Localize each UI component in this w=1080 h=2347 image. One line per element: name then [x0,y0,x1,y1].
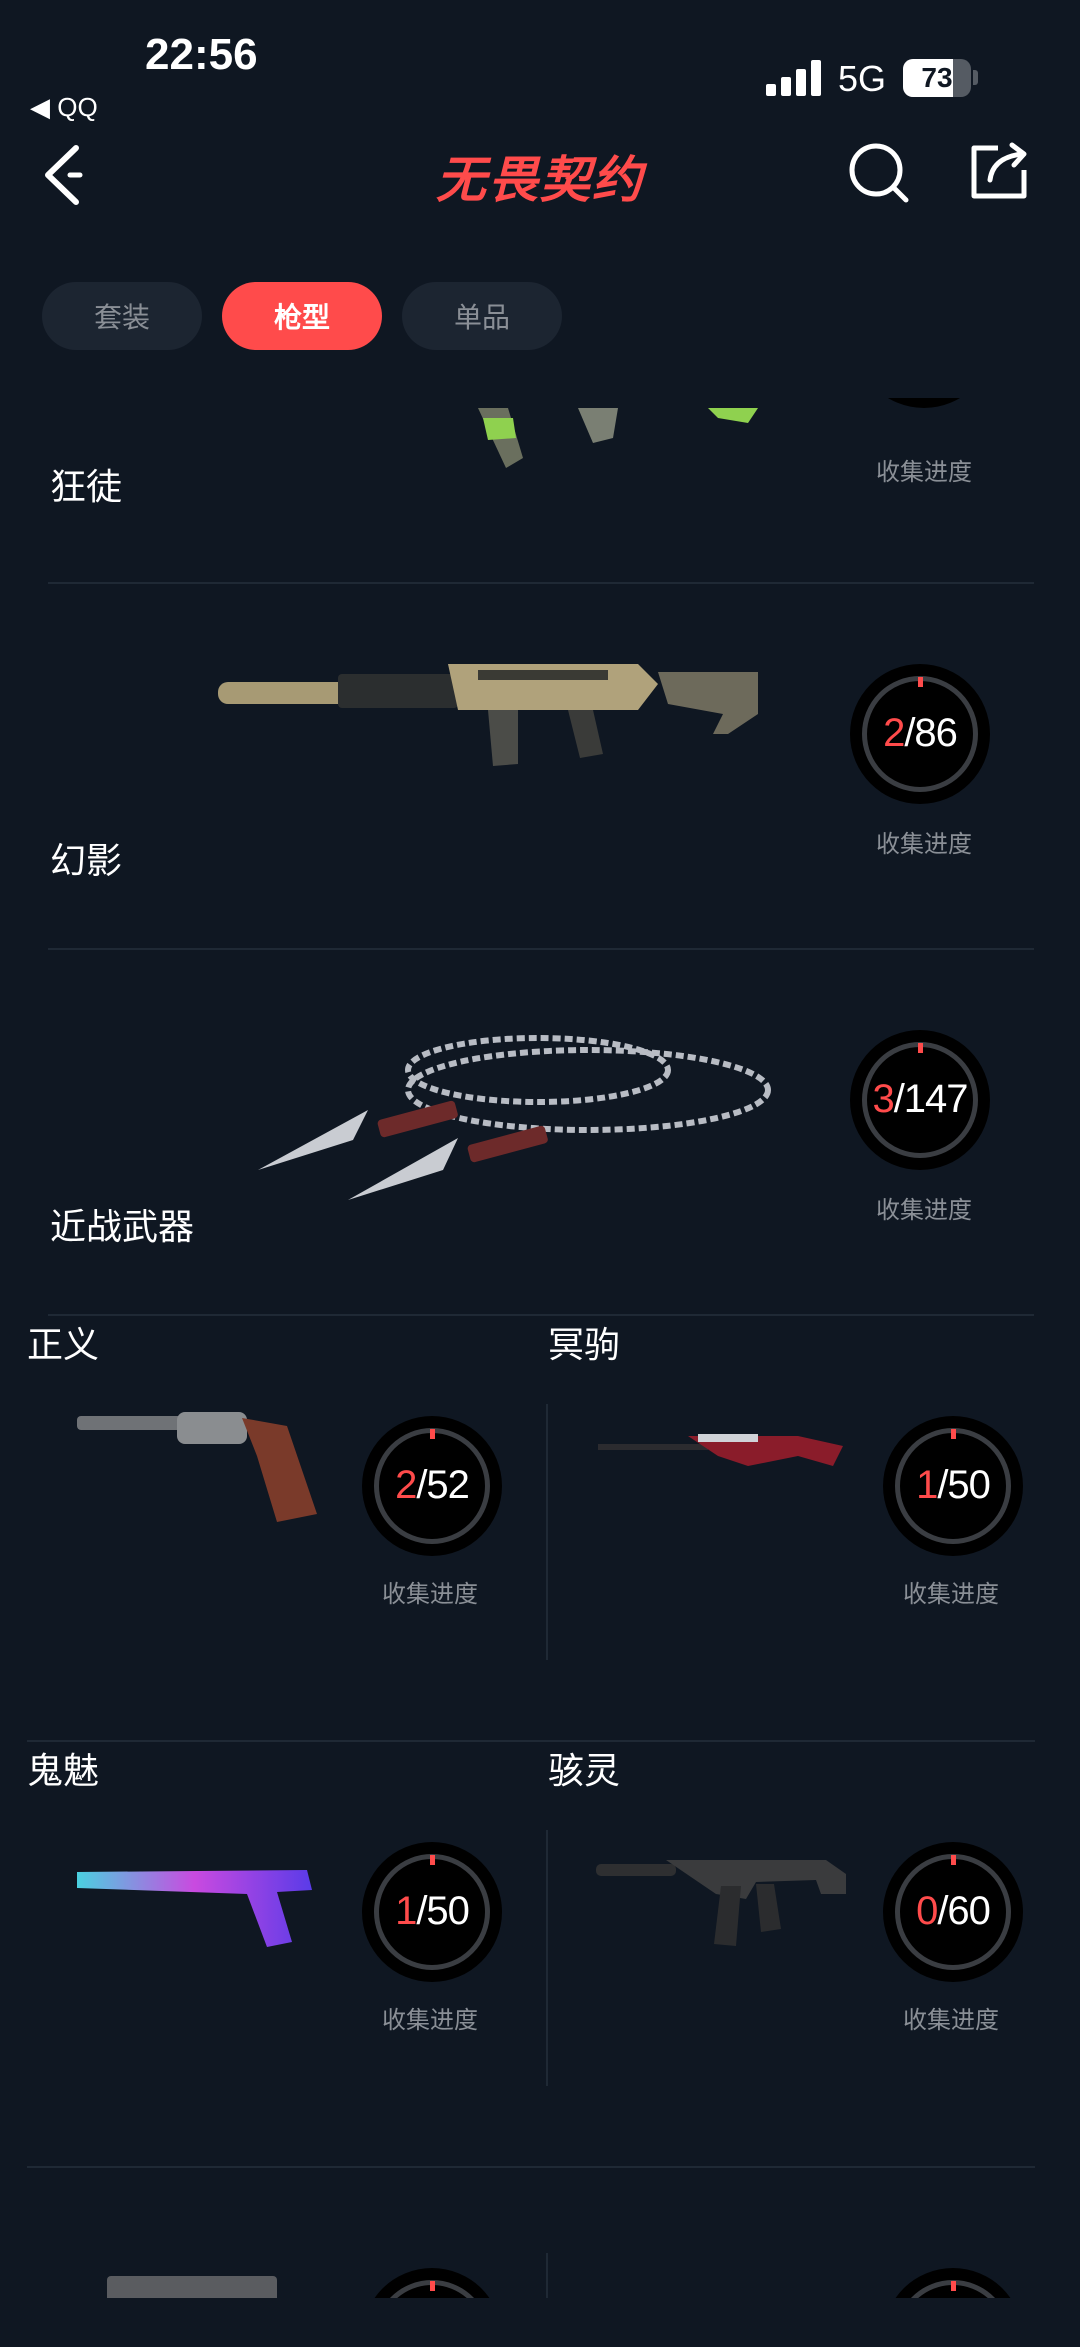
progress-label: 收集进度 [382,2006,478,2034]
progress-ring: 2/52 [362,1416,502,1556]
weapon-image-marshal [598,1434,843,1466]
weapon-list[interactable]: 收集进度 狂徒 2/86 收集进度 幻影 3/147 收集进度 近战武器 2/5… [0,398,1080,2298]
progress-count: 1/50 [395,1889,470,1933]
status-time: 22:56 [145,30,258,79]
battery-level: 73 [921,62,953,93]
weapon-name: 冥驹 [548,1325,621,1366]
weapon-image-ghost [77,1870,312,1947]
progress-label: 收集进度 [903,1580,999,1608]
search-icon[interactable] [848,142,910,204]
weapon-image-melee [258,1035,771,1200]
weapon-image-vandal [478,408,758,468]
progress-ring: 1/50 [362,1842,502,1982]
progress-ring: 2/86 [850,664,990,804]
tab-suits[interactable]: 套装 [42,282,202,350]
progress-label: 收集进度 [382,1580,478,1608]
weapon-card-spectre[interactable]: 0/60 收集进度 骇灵 [548,1742,1068,2168]
progress-ring [854,398,994,408]
progress-count: 2/52 [395,1463,470,1507]
weapon-card-ghost[interactable]: 1/50 收集进度 鬼魅 [27,1742,547,2168]
signal-icon [766,60,822,96]
weapon-row-melee[interactable]: 3/147 收集进度 近战武器 [48,950,1034,1316]
weapon-card-partial[interactable] [27,2168,547,2298]
network-type: 5G [838,58,887,99]
weapon-image-spectre [596,1860,846,1946]
weapon-name: 幻影 [50,841,123,882]
progress-label: 收集进度 [903,2006,999,2034]
page-title: 无畏契约 [436,151,644,209]
tab-single-items[interactable]: 单品 [402,282,562,350]
weapon-row-phantom[interactable]: 2/86 收集进度 幻影 [48,584,1034,950]
battery-icon: 73 [903,59,971,97]
category-tabs: 套装 枪型 单品 [42,282,562,350]
weapon-image-partial [107,2276,277,2298]
battery-tip [973,70,978,85]
share-icon[interactable] [968,140,1030,202]
back-to-app-link[interactable]: ◀ QQ [30,92,98,123]
progress-label: 收集进度 [876,1196,972,1224]
weapon-row-vandal[interactable]: 收集进度 狂徒 [48,398,1034,584]
tab-gun-types[interactable]: 枪型 [222,282,382,350]
weapon-image-phantom [218,664,758,766]
progress-count: 1/50 [916,1463,991,1507]
progress-ring [362,2268,502,2298]
progress-ring [883,2268,1023,2298]
weapon-image-sheriff [77,1412,317,1522]
weapon-name: 近战武器 [50,1207,195,1248]
weapon-card-marshal[interactable]: 1/50 收集进度 冥驹 [548,1316,1068,1742]
progress-label: 收集进度 [876,830,972,858]
weapon-name: 正义 [27,1325,100,1366]
weapon-name: 骇灵 [548,1751,621,1792]
progress-count: 3/147 [872,1077,968,1121]
weapon-name: 鬼魅 [27,1751,100,1792]
progress-count: 2/86 [883,711,958,755]
progress-ring: 3/147 [850,1030,990,1170]
progress-count: 0/60 [916,1889,991,1933]
weapon-card-sheriff[interactable]: 2/52 收集进度 正义 [27,1316,547,1742]
weapon-card-partial[interactable] [548,2168,1068,2298]
weapon-name: 狂徒 [50,467,123,508]
progress-ring: 0/60 [883,1842,1023,1982]
progress-label: 收集进度 [876,458,972,486]
progress-ring: 1/50 [883,1416,1023,1556]
